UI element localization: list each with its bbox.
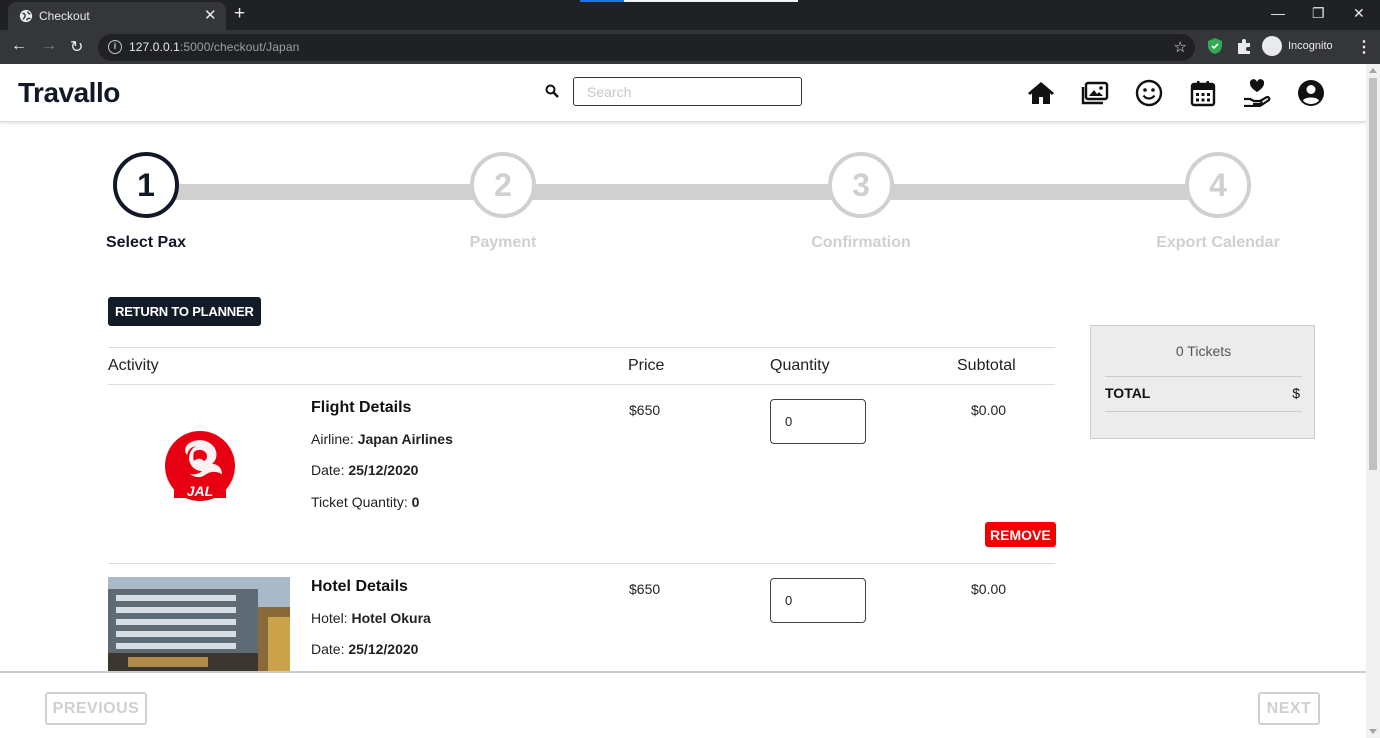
close-window-icon[interactable]: ✕ <box>1353 5 1365 22</box>
home-icon[interactable] <box>1027 79 1055 107</box>
table-row-hotel: Hotel Details Hotel: Hotel Okura Date: 2… <box>108 564 1055 684</box>
page-viewport: Travallo 1 2 3 4 Select Pax Payment Conf… <box>0 64 1366 738</box>
search-icon <box>545 84 559 98</box>
table-header: Activity Price Quantity Subtotal <box>108 347 1055 385</box>
flight-details-title: Flight Details <box>311 399 412 416</box>
reload-icon[interactable]: ↻ <box>70 37 83 57</box>
step-1-circle: 1 <box>113 152 179 218</box>
scrollbar-thumb[interactable] <box>1369 78 1377 470</box>
header-subtotal: Subtotal <box>957 357 1016 374</box>
scroll-down-arrow-icon[interactable] <box>1369 729 1377 734</box>
ticket-quantity-value: 0 <box>411 494 420 510</box>
ticket-quantity-line: Ticket Quantity: 0 <box>311 494 420 510</box>
step-4-circle: 4 <box>1185 152 1251 218</box>
hotel-date-value: 25/12/2020 <box>348 641 419 657</box>
previous-button[interactable]: PREVIOUS <box>45 692 147 725</box>
flight-date-line: Date: 25/12/2020 <box>311 462 419 478</box>
summary-divider <box>1105 411 1302 412</box>
account-icon[interactable] <box>1297 79 1325 107</box>
step-2-circle: 2 <box>470 152 536 218</box>
incognito-indicator[interactable]: Incognito <box>1262 36 1333 56</box>
stepper-track <box>147 184 1218 200</box>
site-info-icon[interactable]: i <box>108 40 122 54</box>
header-quantity: Quantity <box>770 357 830 374</box>
next-button[interactable]: NEXT <box>1258 692 1320 725</box>
table-row-flight: JAL Flight Details Airline: Japan Airlin… <box>108 385 1056 564</box>
address-bar[interactable]: i 127.0.0.1:5000/checkout/Japan ☆ <box>98 34 1195 61</box>
site-navbar: Travallo <box>0 64 1366 122</box>
return-to-planner-button[interactable]: RETURN TO PLANNER <box>108 297 261 326</box>
minimize-icon[interactable]: — <box>1271 5 1285 21</box>
browser-tab-strip: Checkout ✕ + — ❐ ✕ <box>0 0 1380 30</box>
forward-icon[interactable]: → <box>41 37 57 55</box>
smiley-icon[interactable] <box>1135 79 1163 107</box>
close-tab-icon[interactable]: ✕ <box>204 6 217 24</box>
browser-tab[interactable]: Checkout ✕ <box>8 2 226 30</box>
airline-value: Japan Airlines <box>357 431 453 447</box>
browser-toolbar: ← → ↻ i 127.0.0.1:5000/checkout/Japan ☆ <box>0 30 1380 64</box>
step-1-label: Select Pax <box>105 234 187 251</box>
hotel-date-line: Date: 25/12/2020 <box>311 641 419 657</box>
flight-subtotal: $0.00 <box>971 402 1007 418</box>
gallery-icon[interactable] <box>1081 79 1109 107</box>
url-text[interactable]: 127.0.0.1:5000/checkout/Japan <box>129 40 299 54</box>
puzzle-extension-icon[interactable] <box>1236 38 1252 54</box>
back-icon[interactable]: ← <box>11 37 27 55</box>
hotel-details-title: Hotel Details <box>311 578 408 595</box>
order-summary: 0 Tickets TOTAL $ <box>1090 325 1315 439</box>
site-logo[interactable]: Travallo <box>18 77 120 109</box>
step-4-label: Export Calendar <box>1156 234 1280 251</box>
wizard-footer: PREVIOUS NEXT <box>0 671 1366 738</box>
activity-table: Activity Price Quantity Subtotal JAL Fli… <box>108 347 1056 684</box>
step-2-label: Payment <box>469 234 537 251</box>
hotel-okura-photo <box>108 577 290 677</box>
header-price: Price <box>628 357 665 374</box>
shield-extension-icon[interactable] <box>1208 38 1222 54</box>
hotel-value: Hotel Okura <box>351 610 431 626</box>
jal-logo-text: JAL <box>187 483 213 499</box>
browser-menu-icon[interactable]: ⋮ <box>1356 37 1372 57</box>
bookmark-star-icon[interactable]: ☆ <box>1174 38 1187 56</box>
total-label: TOTAL <box>1105 385 1151 401</box>
incognito-label: Incognito <box>1288 40 1333 52</box>
donate-icon[interactable] <box>1243 79 1271 107</box>
summary-divider <box>1105 376 1302 377</box>
hotel-subtotal: $0.00 <box>971 581 1007 597</box>
hotel-line: Hotel: Hotel Okura <box>311 610 431 626</box>
hotel-price: $650 <box>629 581 661 597</box>
ticket-count: 0 Tickets <box>1175 343 1232 359</box>
total-value: $ <box>1292 385 1300 401</box>
search-input[interactable] <box>573 77 802 106</box>
step-3-circle: 3 <box>828 152 894 218</box>
flight-price: $650 <box>629 402 661 418</box>
loading-bar <box>580 0 798 2</box>
checkout-stepper: 1 2 3 4 Select Pax Payment Confirmation … <box>0 150 1366 260</box>
header-activity: Activity <box>108 357 159 374</box>
new-tab-icon[interactable]: + <box>234 3 245 25</box>
step-3-label: Confirmation <box>811 234 911 251</box>
airline-line: Airline: Japan Airlines <box>311 431 453 447</box>
calendar-icon[interactable] <box>1189 79 1217 107</box>
jal-logo: JAL <box>165 431 235 501</box>
incognito-icon <box>1262 36 1282 56</box>
scroll-up-arrow-icon[interactable] <box>1369 68 1377 73</box>
remove-flight-button[interactable]: REMOVE <box>985 522 1056 547</box>
flight-date-value: 25/12/2020 <box>348 462 419 478</box>
restore-icon[interactable]: ❐ <box>1312 5 1325 22</box>
page-scrollbar[interactable] <box>1366 64 1380 738</box>
globe-icon <box>19 9 33 23</box>
tab-title: Checkout <box>39 9 90 23</box>
flight-quantity-input[interactable] <box>770 399 866 444</box>
hotel-quantity-input[interactable] <box>770 578 866 623</box>
